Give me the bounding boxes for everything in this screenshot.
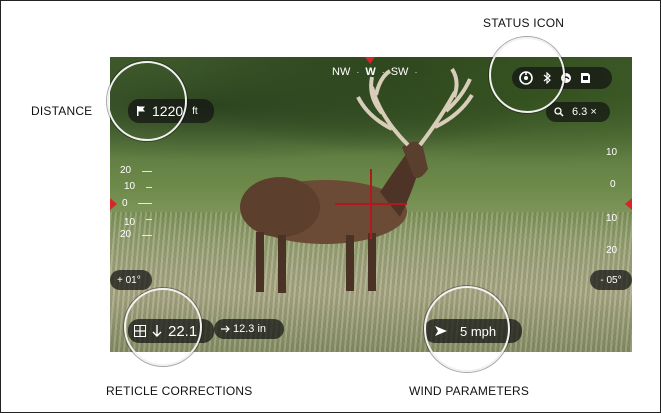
status-magnifier-circle — [489, 37, 565, 113]
scale-left-label: 10 — [124, 181, 136, 192]
wind-parameters-callout: WIND PARAMETERS — [409, 384, 530, 398]
scale-tick — [146, 219, 152, 220]
reticle-corrections-callout: RETICLE CORRECTIONS — [106, 384, 253, 398]
scale-right-label: 20 — [606, 245, 618, 256]
scale-right-label: 10 — [606, 147, 618, 158]
compass-dot: · — [414, 67, 418, 77]
windage-correction-readout: 12.3 in — [214, 319, 284, 339]
scale-left-label: 20 — [120, 165, 132, 176]
zoom-indicator[interactable]: 6.3 × — [546, 102, 610, 122]
cant-left-value: + 01° — [117, 274, 141, 286]
scale-tick — [146, 187, 152, 188]
cant-right-indicator: - 05° — [590, 270, 632, 290]
compass-heading-marker — [365, 57, 375, 64]
right-level-marker — [625, 198, 632, 210]
sd-card-icon — [580, 72, 591, 84]
wind-magnifier-circle — [424, 286, 510, 372]
scale-tick — [138, 203, 152, 204]
scale-right-label: 0 — [610, 179, 616, 190]
scale-left-zero: 0 — [122, 198, 128, 209]
magnifier-icon — [554, 107, 564, 117]
compass-dot: · — [356, 67, 360, 77]
scale-tick — [142, 171, 152, 172]
reticle-magnifier-circle — [124, 288, 202, 366]
scale-left-label: 20 — [120, 229, 132, 240]
distance-magnifier-circle — [107, 61, 187, 141]
compass: NW · W · SW · — [332, 66, 417, 78]
distance-callout: DISTANCE — [31, 104, 93, 118]
zoom-value: 6.3 × — [572, 106, 597, 118]
scale-right-label: 10 — [606, 213, 618, 224]
distance-unit: ft — [192, 105, 198, 117]
arrow-right-icon — [220, 325, 230, 333]
compass-dot: · — [381, 67, 385, 77]
scale-tick — [142, 235, 152, 236]
status-icon-callout: STATUS ICON — [483, 16, 565, 30]
compass-heading: W — [365, 66, 376, 78]
compass-sw: SW — [390, 66, 409, 78]
reticle-vertical — [370, 169, 372, 239]
left-level-marker — [110, 198, 117, 210]
compass-nw: NW — [332, 66, 351, 78]
cant-right-value: - 05° — [600, 274, 622, 286]
scale-left-label: 10 — [124, 217, 136, 228]
windage-correction-value: 12.3 in — [233, 323, 267, 335]
cant-left-indicator: + 01° — [110, 270, 152, 290]
